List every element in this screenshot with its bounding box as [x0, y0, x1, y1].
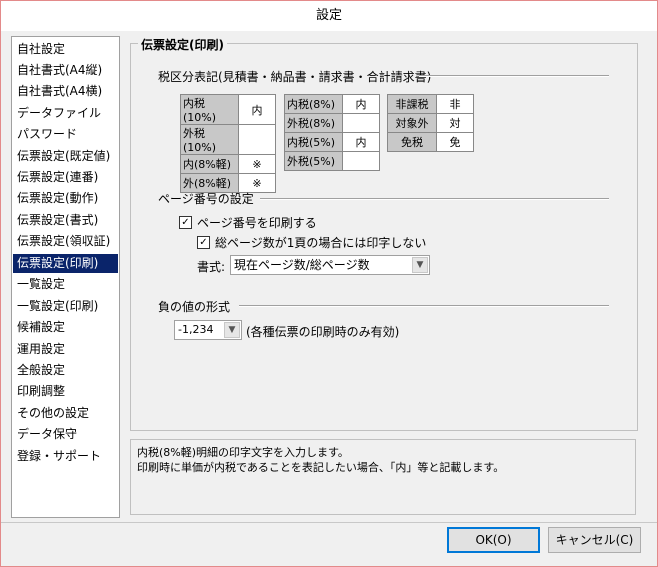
- tax-label: 非課税: [387, 94, 437, 114]
- page-format-value: 現在ページ数/総ページ数: [234, 258, 370, 272]
- settings-sidebar: 自社設定 自社書式(A4縦) 自社書式(A4横) データファイル パスワード 伝…: [11, 36, 120, 518]
- sidebar-item-list-print[interactable]: 一覧設定(印刷): [13, 297, 118, 316]
- tax-value-input[interactable]: [238, 124, 276, 155]
- tax-table-10-percent: 内税(10%) 内 外税(10%) 内(8%軽) ※ 外(8%軽) ※: [180, 94, 276, 193]
- sidebar-item-print-adjust[interactable]: 印刷調整: [13, 382, 118, 401]
- checkmark-icon: ✓: [179, 216, 192, 229]
- negative-format-value: -1,234: [178, 323, 214, 336]
- sidebar-item-slip-behavior[interactable]: 伝票設定(動作): [13, 189, 118, 208]
- chevron-down-icon: ▼: [224, 322, 240, 338]
- tax-value-input[interactable]: [342, 113, 380, 133]
- settings-window: 設定 自社設定 自社書式(A4縦) 自社書式(A4横) データファイル パスワー…: [0, 0, 658, 567]
- tax-label: 外税(5%): [284, 151, 343, 171]
- page-number-section-label: ページ番号の設定: [158, 192, 254, 206]
- sidebar-item-slip-format[interactable]: 伝票設定(書式): [13, 211, 118, 230]
- negative-format-section-divider: [239, 305, 609, 307]
- checkmark-icon: ✓: [197, 236, 210, 249]
- negative-format-note: (各種伝票の印刷時のみ有効): [246, 325, 400, 339]
- sidebar-item-company-format-a4-landscape[interactable]: 自社書式(A4横): [13, 82, 118, 101]
- sidebar-item-password[interactable]: パスワード: [13, 125, 118, 144]
- sidebar-item-general[interactable]: 全般設定: [13, 361, 118, 380]
- window-title: 設定: [1, 1, 657, 31]
- description-box: 内税(8%軽)明細の印字文字を入力します。 印刷時に単価が内税であることを表記し…: [130, 439, 636, 515]
- tax-value-input[interactable]: 内: [342, 132, 380, 152]
- tax-label: 内(8%軽): [180, 154, 239, 174]
- skip-single-page-checkbox[interactable]: ✓ 総ページ数が1頁の場合には印字しない: [197, 234, 426, 251]
- tax-table-exempt: 非課税 非 対象外 対 免税 免: [387, 94, 474, 152]
- tax-section-label: 税区分表記(見積書・納品書・請求書・合計請求書): [158, 70, 432, 84]
- cancel-button[interactable]: キャンセル(C): [548, 527, 641, 553]
- sidebar-item-slip-defaults[interactable]: 伝票設定(既定値): [13, 147, 118, 166]
- print-page-number-checkbox[interactable]: ✓ ページ番号を印刷する: [179, 214, 317, 231]
- sidebar-item-registration-support[interactable]: 登録・サポート: [13, 447, 118, 466]
- tax-label: 免税: [387, 132, 437, 152]
- sidebar-item-candidates[interactable]: 候補設定: [13, 318, 118, 337]
- sidebar-item-other[interactable]: その他の設定: [13, 404, 118, 423]
- tax-label: 外税(8%): [284, 113, 343, 133]
- skip-single-page-label: 総ページ数が1頁の場合には印字しない: [215, 236, 427, 250]
- tax-value-input[interactable]: [342, 151, 380, 171]
- panel-title: 伝票設定(印刷): [138, 36, 227, 53]
- sidebar-item-slip-numbering[interactable]: 伝票設定(連番): [13, 168, 118, 187]
- sidebar-item-company[interactable]: 自社設定: [13, 40, 118, 59]
- tax-value-input[interactable]: ※: [238, 154, 276, 174]
- tax-label: 内税(10%): [180, 94, 239, 125]
- sidebar-item-slip-receipt[interactable]: 伝票設定(領収証): [13, 232, 118, 251]
- tax-table-8-5-percent: 内税(8%) 内 外税(8%) 内税(5%) 内 外税(5%): [284, 94, 380, 171]
- sidebar-item-operation[interactable]: 運用設定: [13, 340, 118, 359]
- ok-button[interactable]: OK(O): [447, 527, 540, 553]
- footer-divider: [1, 522, 657, 523]
- format-label: 書式:: [197, 260, 226, 274]
- sidebar-item-data-file[interactable]: データファイル: [13, 104, 118, 123]
- page-format-select[interactable]: 現在ページ数/総ページ数 ▼: [230, 255, 430, 275]
- tax-value-input[interactable]: 内: [238, 94, 276, 125]
- tax-label: 対象外: [387, 113, 437, 133]
- negative-format-select[interactable]: -1,234 ▼: [174, 320, 242, 340]
- chevron-down-icon: ▼: [412, 257, 428, 273]
- tax-section-divider: [419, 75, 609, 77]
- tax-label: 内税(5%): [284, 132, 343, 152]
- tax-value-input[interactable]: 内: [342, 94, 380, 114]
- tax-label: 内税(8%): [284, 94, 343, 114]
- description-line-1: 内税(8%軽)明細の印字文字を入力します。: [137, 446, 349, 459]
- print-page-number-label: ページ番号を印刷する: [197, 216, 317, 230]
- sidebar-item-slip-print[interactable]: 伝票設定(印刷): [13, 254, 118, 273]
- sidebar-item-list[interactable]: 一覧設定: [13, 275, 118, 294]
- tax-value-input[interactable]: 対: [436, 113, 474, 133]
- tax-value-input[interactable]: 非: [436, 94, 474, 114]
- sidebar-item-data-maintenance[interactable]: データ保守: [13, 425, 118, 444]
- negative-format-section-label: 負の値の形式: [158, 300, 231, 314]
- description-line-2: 印刷時に単価が内税であることを表記したい場合、「内」等と記載します。: [137, 461, 505, 474]
- tax-label: 外税(10%): [180, 124, 239, 155]
- tax-value-input[interactable]: 免: [436, 132, 474, 152]
- page-number-section-divider: [260, 198, 609, 200]
- sidebar-item-company-format-a4-portrait[interactable]: 自社書式(A4縦): [13, 61, 118, 80]
